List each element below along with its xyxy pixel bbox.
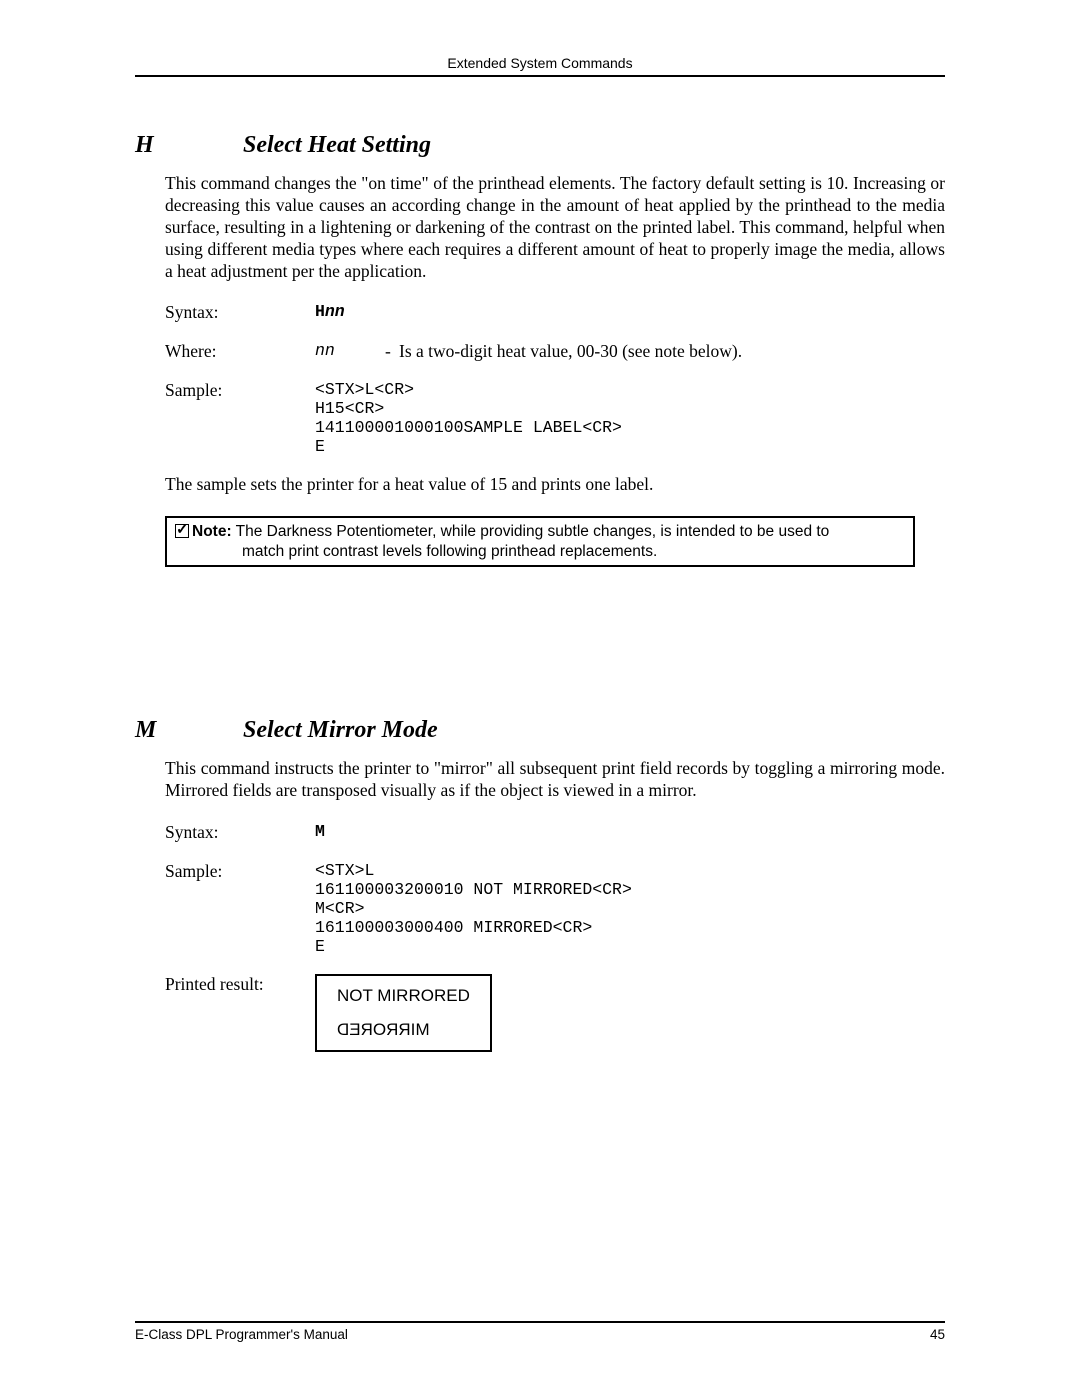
printed-result-box: NOT MIRRORED MIRRORED [315,974,492,1052]
note-label: Note: [192,523,232,540]
section-m-result-row: Printed result: NOT MIRRORED MIRRORED [165,974,945,1052]
section-h-sample-row: Sample: <STX>L<CR> H15<CR> 1411000010001… [165,380,945,456]
syntax-var: nn [325,302,345,321]
section-m-body: This command instructs the printer to "m… [165,758,945,802]
where-dash: - [385,341,399,362]
sample-label: Sample: [165,380,315,456]
syntax-prefix: H [315,302,325,321]
footer-page-number: 45 [930,1327,945,1342]
note-line1: The Darkness Potentiometer, while provid… [236,523,830,540]
where-value: nn - Is a two-digit heat value, 00-30 (s… [315,341,945,362]
where-desc: Is a two-digit heat value, 00-30 (see no… [399,341,742,362]
section-m-letter: M [135,717,243,744]
result-value: NOT MIRRORED MIRRORED [315,974,945,1052]
result-label: Printed result: [165,974,315,1052]
result-mirrored: MIRRORED [337,1020,430,1040]
section-h-explain: The sample sets the printer for a heat v… [165,474,945,496]
section-m-title: MSelect Mirror Mode [135,717,945,744]
section-h-syntax-row: Syntax: Hnn [165,302,945,323]
footer-left: E-Class DPL Programmer's Manual [135,1327,348,1342]
syntax-label: Syntax: [165,302,315,323]
section-h-title: HSelect Heat Setting [135,132,945,159]
section-h-where-row: Where: nn - Is a two-digit heat value, 0… [165,341,945,362]
page-header: Extended System Commands [135,55,945,77]
section-m-syntax: M [315,822,945,843]
section-m-name: Select Mirror Mode [243,717,438,743]
note-line2: match print contrast levels following pr… [175,542,905,561]
section-h-letter: H [135,132,243,159]
section-m-sample-row: Sample: <STX>L 161100003200010 NOT MIRRO… [165,861,945,956]
page-footer: E-Class DPL Programmer's Manual 45 [135,1321,945,1342]
sample-label-m: Sample: [165,861,315,956]
section-m-sample: <STX>L 161100003200010 NOT MIRRORED<CR> … [315,861,945,956]
where-label: Where: [165,341,315,362]
section-h-syntax: Hnn [315,302,945,323]
note-box: Note: The Darkness Potentiometer, while … [165,516,915,567]
page: Extended System Commands HSelect Heat Se… [0,0,1080,1397]
syntax-label-m: Syntax: [165,822,315,843]
where-var: nn [315,341,385,362]
section-h-body: This command changes the "on time" of th… [165,173,945,282]
section-h-sample: <STX>L<CR> H15<CR> 141100001000100SAMPLE… [315,380,945,456]
section-h-name: Select Heat Setting [243,132,431,158]
section-m-syntax-row: Syntax: M [165,822,945,843]
result-not-mirrored: NOT MIRRORED [337,986,470,1006]
checkbox-icon [175,524,189,538]
